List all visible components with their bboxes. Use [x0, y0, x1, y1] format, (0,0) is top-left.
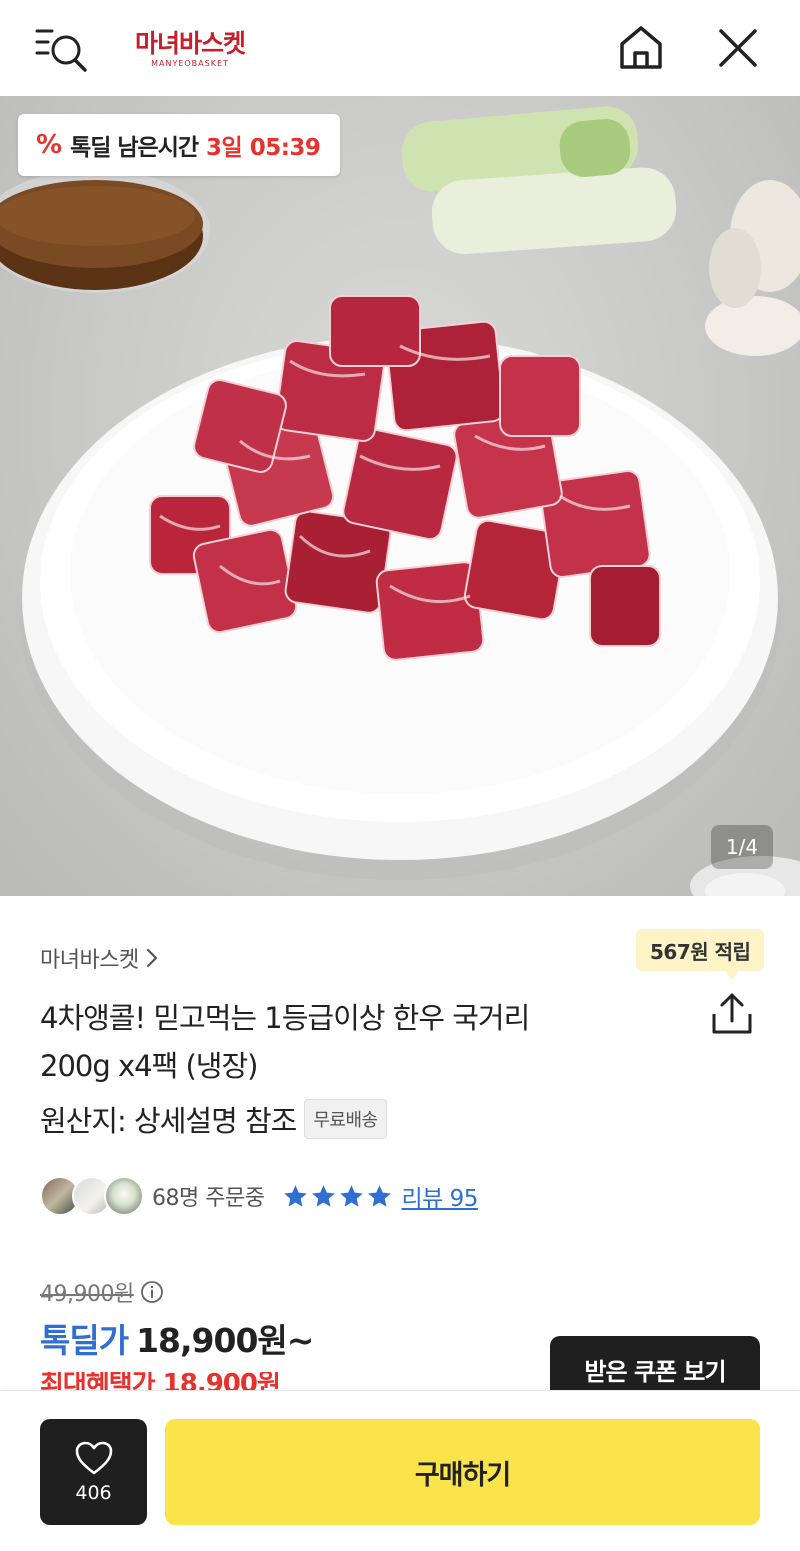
deal-price: 18,900원~: [136, 1321, 314, 1360]
like-button[interactable]: 406: [40, 1419, 147, 1525]
points-badge: 567원 적립: [636, 929, 765, 980]
origin-row: 원산지: 상세설명 참조 무료배송: [40, 1098, 387, 1140]
deal-timer-label: 톡딜 남은시간: [70, 135, 199, 161]
product-page: 마녀바스켓 MANYEOBASKET % 톡딜 남은시간 3일 05:39 1/…: [0, 0, 800, 1551]
social-proof-row: 68명 주문중 리뷰 95: [40, 1176, 478, 1216]
star-icon: [312, 1184, 336, 1207]
share-icon[interactable]: [708, 992, 756, 1036]
home-icon[interactable]: [616, 22, 666, 72]
heart-icon: [75, 1441, 112, 1475]
review-link[interactable]: 리뷰 95: [401, 1179, 478, 1213]
deal-timer-value: 3일 05:39: [206, 135, 321, 161]
star-icon: [284, 1184, 308, 1207]
deal-price-row: 톡딜가 18,900원~: [40, 1314, 314, 1362]
product-title-line1: 4차앵콜! 믿고먹는 1등급이상 한우 국거리: [40, 1001, 530, 1035]
star-icon: [340, 1184, 364, 1207]
menu-search-icon[interactable]: [34, 24, 92, 76]
seller-link[interactable]: 마녀바스켓: [40, 942, 159, 974]
product-photo: [0, 106, 800, 896]
star-icon: [368, 1184, 392, 1207]
origin-text: 원산지: 상세설명 참조: [40, 1104, 297, 1138]
product-image-carousel[interactable]: % 톡딜 남은시간 3일 05:39 1/4: [0, 96, 800, 896]
product-info: 마녀바스켓 567원 적립 4차앵콜! 믿고먹는 1등급이상 한우 국거리 20…: [0, 896, 800, 1390]
product-title: 4차앵콜! 믿고먹는 1등급이상 한우 국거리 200g x4팩 (냉장): [40, 994, 680, 1090]
max-benefit-price-row: 최대혜택가 18,900원: [40, 1372, 280, 1390]
deal-price-label: 톡딜가: [40, 1321, 129, 1360]
bottom-action-bar: 406 구매하기: [0, 1390, 800, 1551]
free-shipping-badge: 무료배송: [304, 1099, 387, 1139]
max-benefit-price: 최대혜택가 18,900원: [40, 1372, 280, 1390]
avatar: [104, 1176, 144, 1216]
buy-button[interactable]: 구매하기: [165, 1419, 760, 1525]
rating-stars: [282, 1183, 393, 1210]
info-icon[interactable]: [140, 1280, 164, 1304]
close-icon[interactable]: [716, 26, 760, 70]
view-coupons-button[interactable]: 받은 쿠폰 보기: [550, 1336, 760, 1390]
orders-count: 68명 주문중: [152, 1186, 265, 1211]
image-counter: 1/4: [711, 825, 773, 869]
logo-subtext: MANYEOBASKET: [151, 59, 229, 68]
brand-logo[interactable]: 마녀바스켓 MANYEOBASKET: [130, 30, 250, 70]
deal-percent-icon: %: [36, 130, 63, 160]
top-header: 마녀바스켓 MANYEOBASKET: [0, 0, 800, 96]
chevron-right-icon: [146, 948, 157, 968]
like-count: 406: [75, 1482, 112, 1504]
original-price-row: 49,900원: [40, 1276, 164, 1308]
deal-countdown-badge: % 톡딜 남은시간 3일 05:39: [18, 114, 341, 176]
product-title-line2: 200g x4팩 (냉장): [40, 1049, 258, 1083]
original-price: 49,900원: [40, 1282, 134, 1307]
buyer-avatars: [40, 1176, 144, 1216]
logo-text: 마녀바스켓: [134, 29, 246, 58]
seller-name: 마녀바스켓: [40, 948, 139, 973]
